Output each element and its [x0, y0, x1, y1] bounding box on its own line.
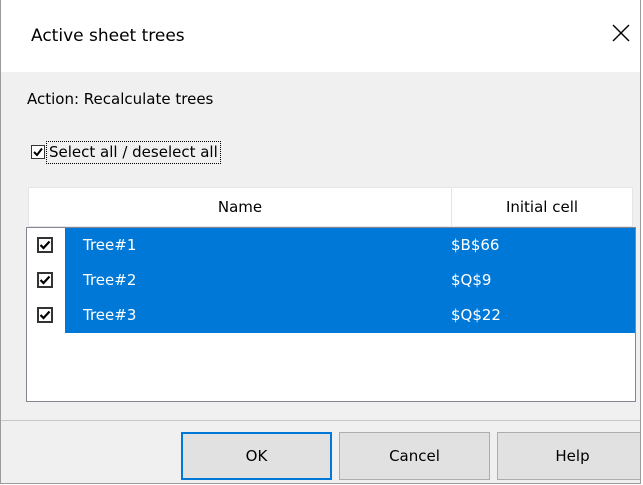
row-initial-cell: $Q$9: [451, 271, 492, 289]
column-header-name[interactable]: Name: [28, 188, 452, 226]
list-header: Name Initial cell: [28, 187, 633, 227]
row-checkbox[interactable]: [37, 237, 53, 253]
row-checkbox[interactable]: [37, 272, 53, 288]
close-icon: [612, 24, 630, 42]
title-bar: Active sheet trees: [1, 0, 640, 72]
checkmark-icon: [39, 275, 51, 285]
footer-divider: [1, 420, 640, 421]
checkmark-icon: [39, 240, 51, 250]
cancel-button[interactable]: Cancel: [339, 432, 490, 480]
column-header-initial-cell[interactable]: Initial cell: [452, 188, 633, 226]
action-label: Action: Recalculate trees: [27, 90, 214, 108]
row-selection-highlight: [65, 298, 635, 333]
select-all-checkbox[interactable]: Select all / deselect all: [31, 140, 221, 164]
active-sheet-trees-dialog: Active sheet trees Action: Recalculate t…: [0, 0, 641, 484]
checkmark-icon: [39, 310, 51, 320]
row-name-cell: Tree#3: [83, 306, 137, 324]
row-selection-highlight: [65, 228, 635, 263]
tree-list[interactable]: Tree#1 $B$66 Tree#2 $Q$9 Tree#3 $Q$22: [26, 227, 636, 402]
ok-button[interactable]: OK: [181, 432, 332, 480]
close-button[interactable]: [606, 18, 636, 48]
select-all-checkbox-box[interactable]: [31, 145, 45, 159]
row-name-cell: Tree#1: [83, 236, 137, 254]
list-row-tree-1[interactable]: Tree#1 $B$66: [27, 228, 635, 263]
help-button[interactable]: Help: [497, 432, 640, 480]
row-selection-highlight: [65, 263, 635, 298]
select-all-label: Select all / deselect all: [46, 140, 221, 164]
row-initial-cell: $Q$22: [451, 306, 501, 324]
window-title: Active sheet trees: [31, 26, 185, 46]
checkmark-icon: [33, 147, 43, 157]
row-name-cell: Tree#2: [83, 271, 137, 289]
row-initial-cell: $B$66: [451, 236, 500, 254]
row-checkbox[interactable]: [37, 307, 53, 323]
list-row-tree-3[interactable]: Tree#3 $Q$22: [27, 298, 635, 333]
list-row-tree-2[interactable]: Tree#2 $Q$9: [27, 263, 635, 298]
